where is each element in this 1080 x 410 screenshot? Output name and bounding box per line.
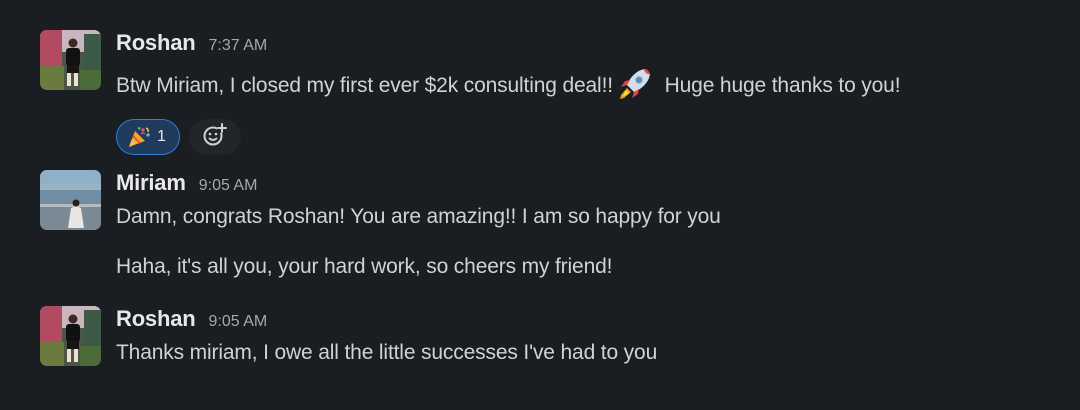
message-text-part: Btw Miriam, I closed my first ever $2k c…: [116, 74, 613, 97]
reactions-bar: 1: [116, 119, 1060, 155]
add-emoji-icon: [202, 122, 228, 153]
avatar-miriam[interactable]: [40, 170, 101, 230]
party-popper-icon: [126, 125, 152, 149]
rocket-icon: [615, 65, 655, 103]
message-text: Thanks miriam, I owe all the little succ…: [116, 341, 658, 364]
avatar-roshan[interactable]: [40, 30, 101, 90]
message-timestamp[interactable]: 9:05 AM: [199, 177, 258, 195]
message-text-part: Huge huge thanks to you!: [664, 74, 901, 97]
add-reaction-button[interactable]: [189, 119, 241, 155]
message-text: Btw Miriam, I closed my first ever $2k c…: [116, 65, 1060, 103]
reaction-count: 1: [157, 128, 166, 145]
message-text: Damn, congrats Roshan! You are amazing!!…: [116, 205, 721, 228]
sender-name[interactable]: Miriam: [116, 170, 186, 196]
sender-name[interactable]: Roshan: [116, 306, 196, 332]
message-timestamp[interactable]: 7:37 AM: [208, 37, 267, 55]
sender-name[interactable]: Roshan: [116, 30, 196, 56]
message-timestamp[interactable]: 9:05 AM: [208, 313, 267, 331]
avatar-roshan[interactable]: [40, 306, 101, 366]
reaction-party-popper[interactable]: 1: [116, 119, 180, 155]
message-text: Haha, it's all you, your hard work, so c…: [116, 255, 613, 278]
